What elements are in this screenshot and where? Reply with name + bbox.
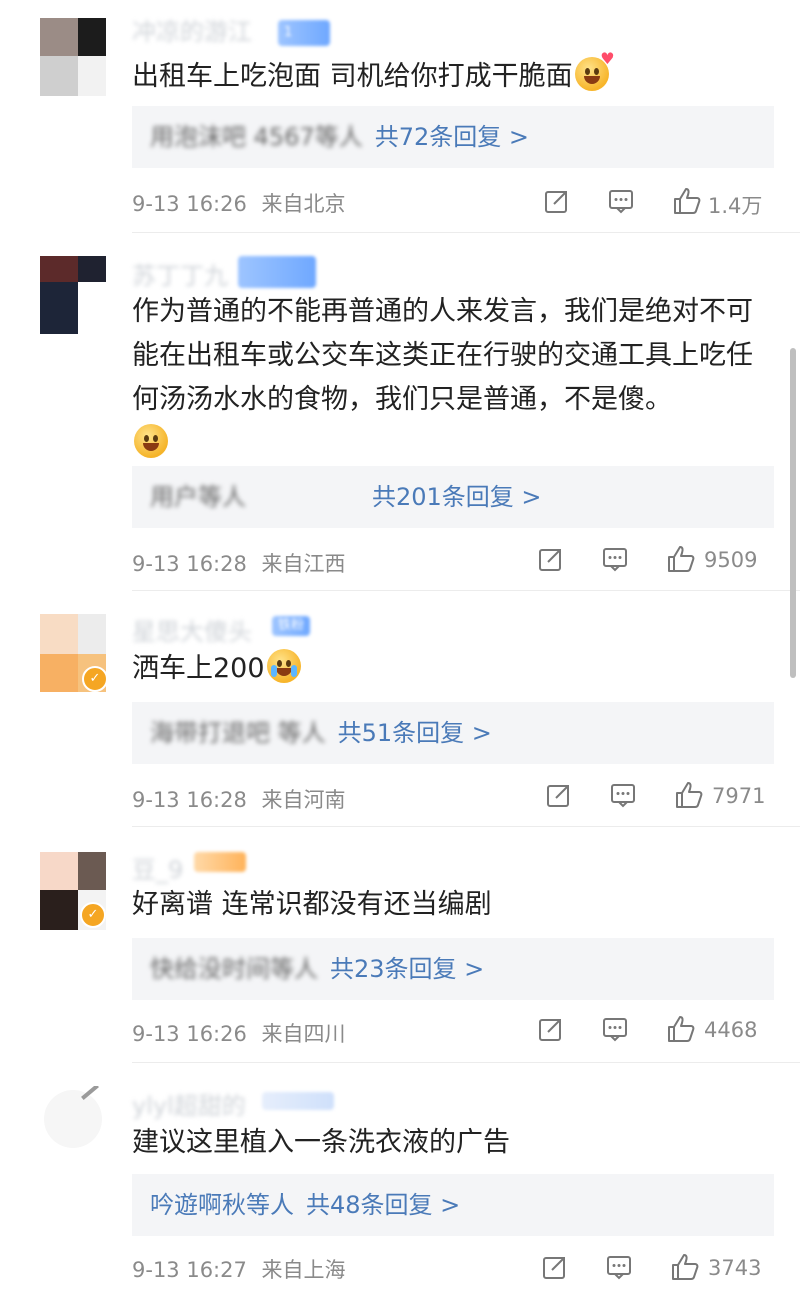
user-badge: 1 xyxy=(278,20,330,46)
comment-time: 9-13 16:28 xyxy=(132,788,247,812)
divider xyxy=(132,826,800,827)
like-icon[interactable] xyxy=(674,780,704,810)
comment-icon[interactable] xyxy=(608,188,634,214)
comment-time: 9-13 16:28 xyxy=(132,552,247,576)
comment-icon[interactable] xyxy=(602,546,628,572)
share-icon[interactable] xyxy=(538,546,564,572)
verified-badge-icon: ✓ xyxy=(80,902,106,928)
comment-meta: 9-13 16:26 来自北京 xyxy=(132,188,346,218)
comment-time: 9-13 16:26 xyxy=(132,192,247,216)
reply-count-link[interactable]: 共51条回复 > xyxy=(338,719,492,747)
comment-card: ✓ 星思大傻头 铁粉 洒车上200 海带打退吧 等人 共51条回复 > 9-13 … xyxy=(0,592,800,828)
share-icon[interactable] xyxy=(546,782,572,808)
share-icon[interactable] xyxy=(538,1016,564,1042)
username[interactable]: 豆_9 xyxy=(132,850,183,884)
comment-card: 苏丁丁九 作为普通的不能再普通的人来发言，我们是绝对不可能在出租车或公交车这类正… xyxy=(0,236,800,592)
comment-meta: 9-13 16:28 来自河南 xyxy=(132,784,346,814)
action-bar: 9509 xyxy=(538,544,774,584)
laugh-cry-emoji xyxy=(134,424,168,458)
crying-emoji xyxy=(266,649,301,683)
reply-user-link[interactable]: 吟遊啊秋等人 xyxy=(150,1191,294,1219)
username[interactable]: 苏丁丁九 xyxy=(132,256,228,290)
comment-icon[interactable] xyxy=(610,782,636,808)
reply-preview[interactable]: 吟遊啊秋等人 共48条回复 > xyxy=(132,1174,774,1236)
comment-text-content: 洒车上200 xyxy=(132,653,265,684)
comment-card: ylyl超甜的 建议这里植入一条洗衣液的广告 吟遊啊秋等人 共48条回复 > 9-… xyxy=(0,1064,800,1292)
comment-text-content: 建议这里植入一条洗衣液的广告 xyxy=(132,1127,510,1158)
username[interactable]: 星思大傻头 xyxy=(132,612,252,646)
username[interactable]: 冲凉的游江 xyxy=(132,12,252,46)
comment-location: 来自江西 xyxy=(261,552,346,576)
comment-icon[interactable] xyxy=(602,1016,628,1042)
avatar[interactable] xyxy=(40,1086,106,1164)
comment-card: 冲凉的游江 1 出租车上吃泡面 司机给你打成干脆面 ♥ 用泡沫吧 4567等人 共7… xyxy=(0,0,800,236)
user-badge xyxy=(238,256,316,288)
comment-text: 作为普通的不能再普通的人来发言，我们是绝对不可能在出租车或公交车这类正在行驶的交… xyxy=(132,290,766,466)
reply-count-link[interactable]: 共23条回复 > xyxy=(330,955,484,983)
share-icon[interactable] xyxy=(544,188,570,214)
like-icon[interactable] xyxy=(666,544,696,574)
like-count: 4468 xyxy=(704,1018,758,1042)
comment-time: 9-13 16:26 xyxy=(132,1022,247,1046)
like-icon[interactable] xyxy=(672,186,702,216)
username[interactable]: ylyl超甜的 xyxy=(132,1086,246,1120)
like-count: 7971 xyxy=(712,784,766,808)
comment-icon[interactable] xyxy=(606,1254,632,1280)
like-icon[interactable] xyxy=(670,1252,700,1282)
verified-badge-icon: ✓ xyxy=(82,666,106,692)
reply-preview[interactable]: 用户等人 共201条回复 > xyxy=(132,466,774,528)
comment-location: 来自四川 xyxy=(261,1022,346,1046)
comment-time: 9-13 16:27 xyxy=(132,1258,247,1282)
share-icon[interactable] xyxy=(542,1254,568,1280)
reply-preview[interactable]: 海带打退吧 等人 共51条回复 > xyxy=(132,702,774,764)
reply-names: 用户等人 xyxy=(150,483,246,511)
comment-text-content: 出租车上吃泡面 司机给你打成干脆面 xyxy=(132,61,573,92)
comment-meta: 9-13 16:28 来自江西 xyxy=(132,548,346,578)
avatar[interactable] xyxy=(40,256,106,334)
comment-location: 来自北京 xyxy=(261,192,346,216)
user-badge xyxy=(194,852,246,872)
user-badge: 铁粉 xyxy=(272,616,311,636)
like-count: 3743 xyxy=(708,1256,762,1280)
divider xyxy=(132,232,800,233)
comment-text-content: 作为普通的不能再普通的人来发言，我们是绝对不可能在出租车或公交车这类正在行驶的交… xyxy=(132,296,753,415)
reply-count-link[interactable]: 共201条回复 > xyxy=(372,483,542,511)
like-count: 9509 xyxy=(704,548,758,572)
reply-names: 用泡沫吧 4567等人 xyxy=(150,123,363,151)
comment-text: 出租车上吃泡面 司机给你打成干脆面 ♥ xyxy=(132,51,766,98)
comment-meta: 9-13 16:26 来自四川 xyxy=(132,1018,346,1048)
reply-count-link[interactable]: 共72条回复 > xyxy=(375,123,529,151)
action-bar: 3743 xyxy=(542,1252,774,1292)
action-bar: 7971 xyxy=(546,780,774,820)
comment-text: 建议这里植入一条洗衣液的广告 xyxy=(132,1122,766,1164)
avatar[interactable]: ✓ xyxy=(40,614,106,692)
avatar[interactable]: ✓ xyxy=(40,852,106,930)
reply-names: 海带打退吧 等人 xyxy=(150,719,326,747)
user-badge xyxy=(262,1092,334,1110)
divider xyxy=(132,590,800,591)
heart-eyes-emoji: ♥ xyxy=(574,51,615,91)
reply-preview[interactable]: 快给没时间等人 共23条回复 > xyxy=(132,938,774,1000)
reply-preview[interactable]: 用泡沫吧 4567等人 共72条回复 > xyxy=(132,106,774,168)
reply-names: 快给没时间等人 xyxy=(150,955,318,983)
divider xyxy=(132,1062,800,1063)
scrollbar[interactable] xyxy=(790,348,796,678)
comment-text: 洒车上200 xyxy=(132,648,766,690)
comment-meta: 9-13 16:27 来自上海 xyxy=(132,1254,346,1284)
reply-names[interactable]: 吟遊啊秋等人 xyxy=(132,1174,294,1236)
comment-text-content: 好离谱 连常识都没有还当编剧 xyxy=(132,889,492,920)
comment-location: 来自河南 xyxy=(261,788,346,812)
reply-count-link[interactable]: 共48条回复 > xyxy=(306,1191,460,1219)
comment-location: 来自上海 xyxy=(261,1258,346,1282)
like-count: 1.4万 xyxy=(708,194,763,218)
action-bar: 4468 xyxy=(538,1014,774,1054)
avatar[interactable] xyxy=(40,18,106,96)
like-icon[interactable] xyxy=(666,1014,696,1044)
action-bar: 1.4万 xyxy=(544,186,774,226)
comment-card: ✓ 豆_9 好离谱 连常识都没有还当编剧 快给没时间等人 共23条回复 > 9-1… xyxy=(0,828,800,1064)
comment-text: 好离谱 连常识都没有还当编剧 xyxy=(132,884,766,926)
